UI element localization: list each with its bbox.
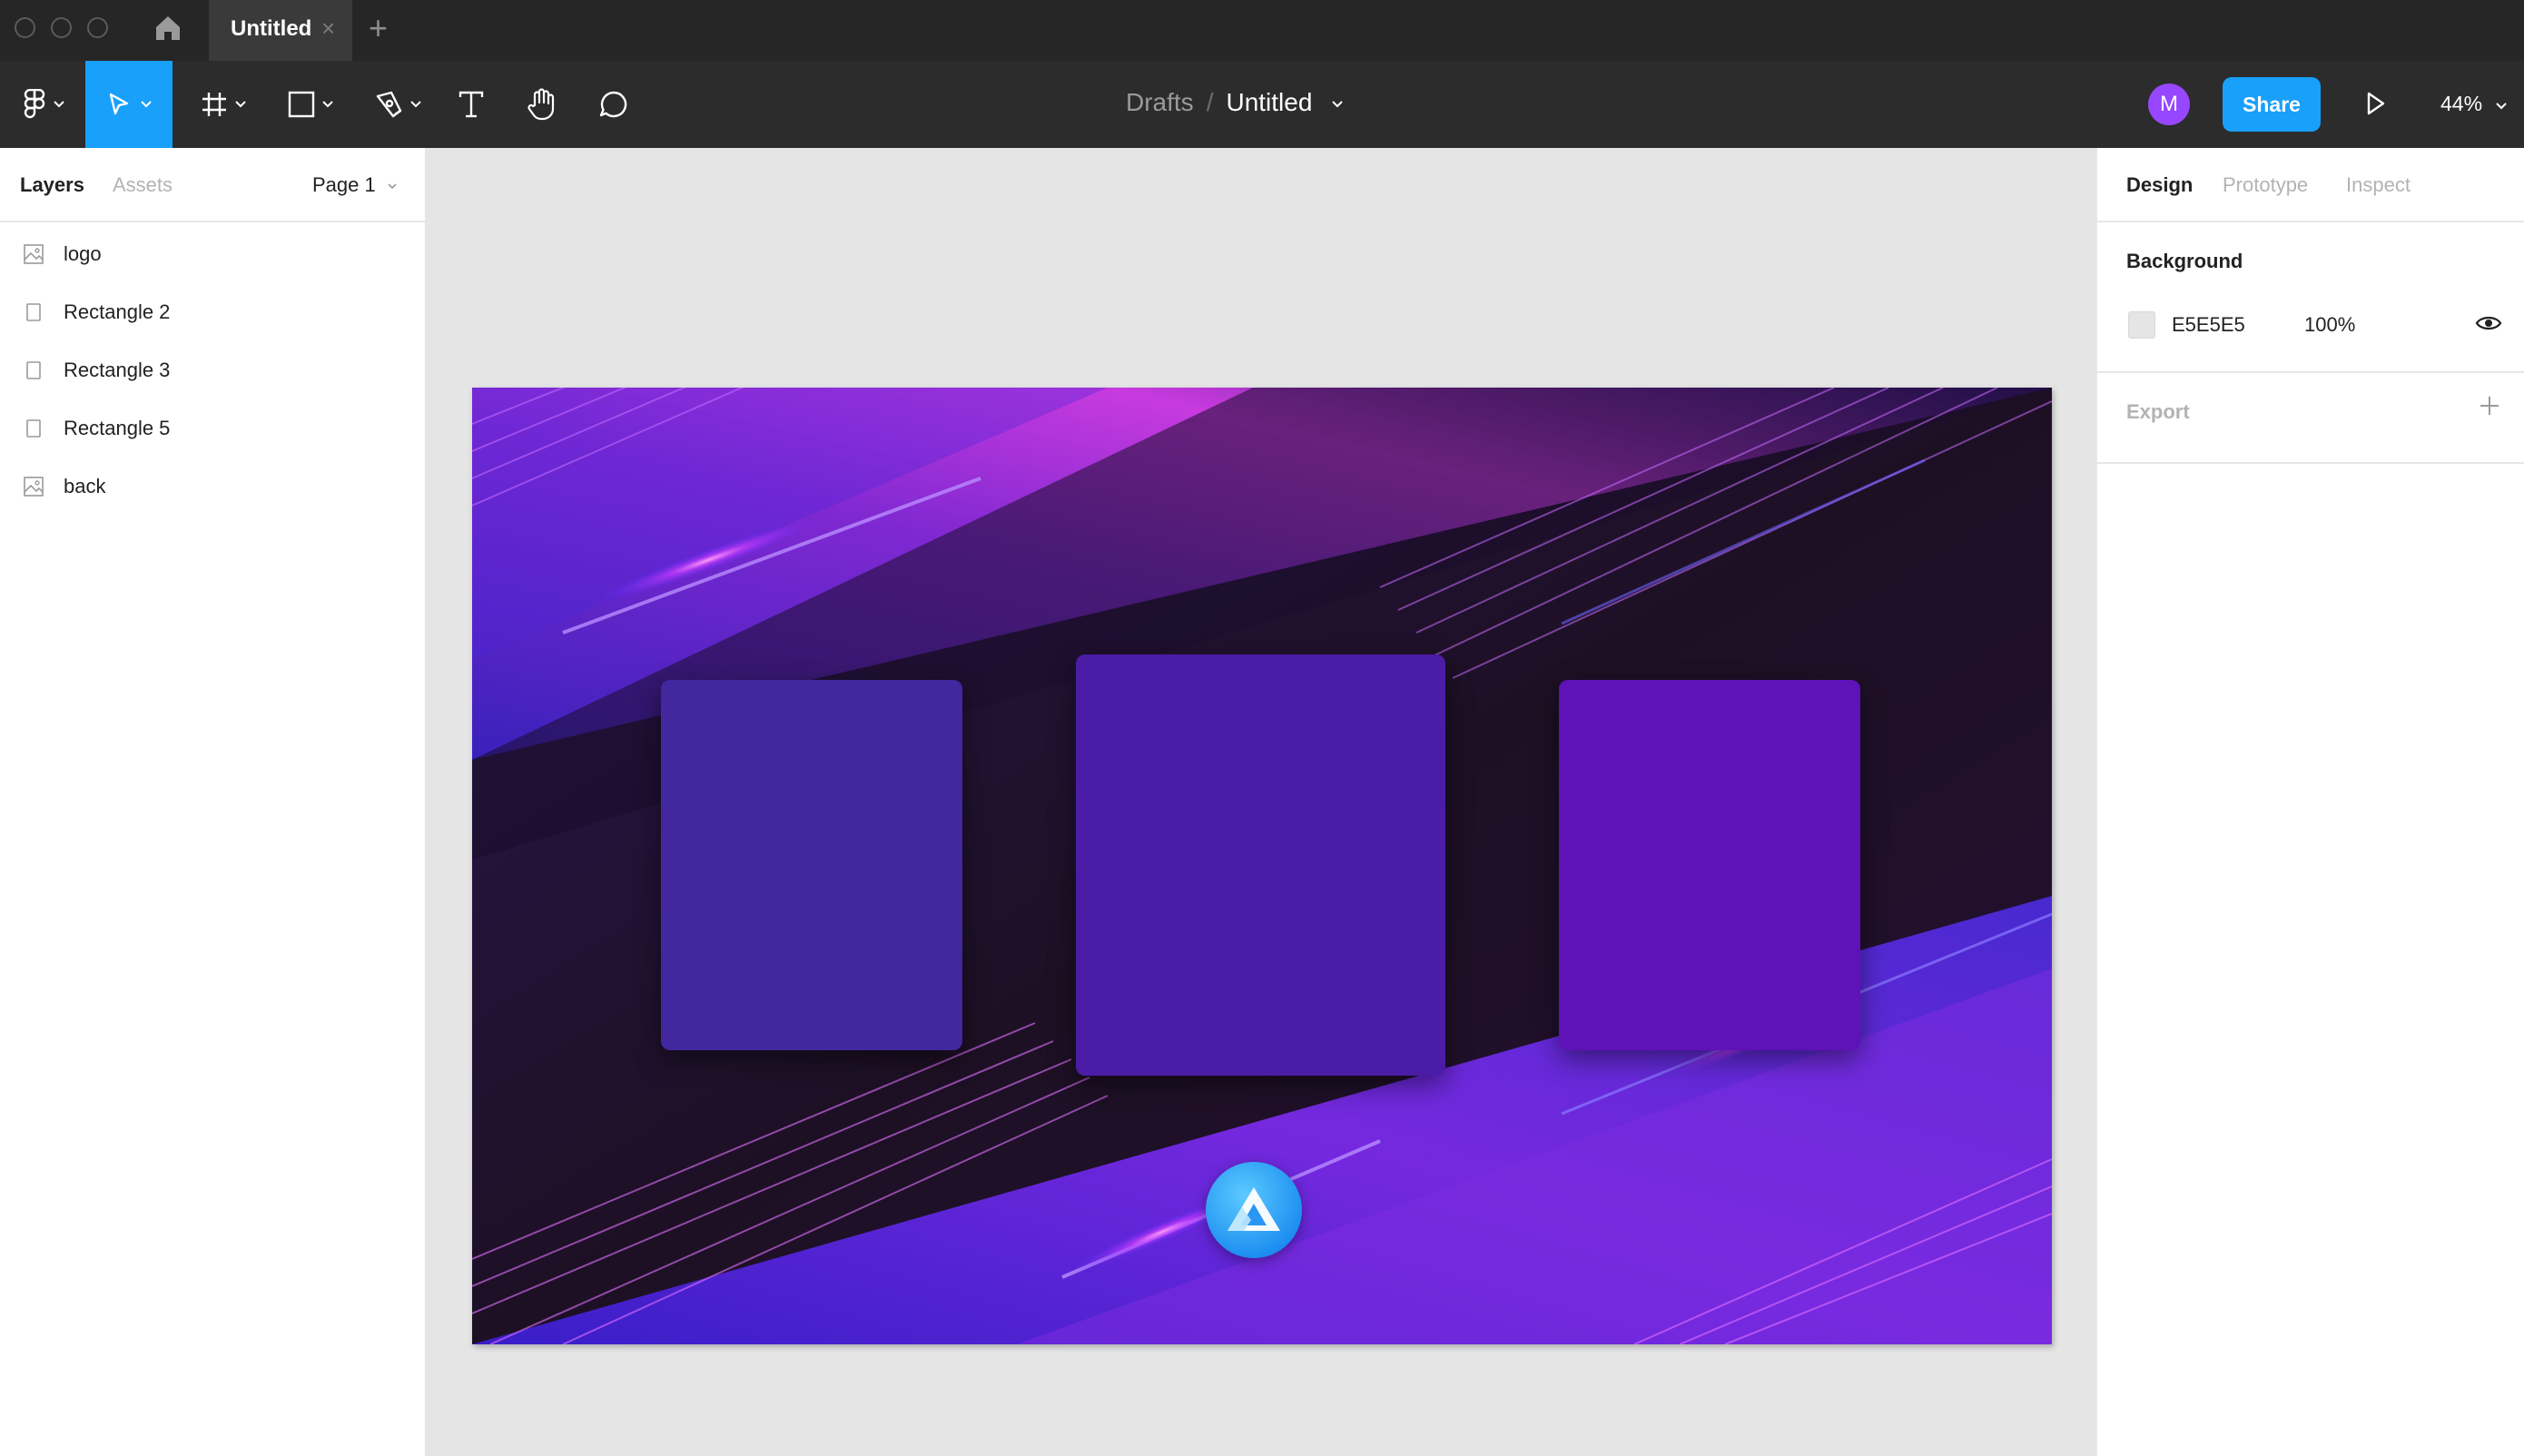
comment-tool-button[interactable] — [590, 61, 637, 148]
frame-tool-button[interactable] — [187, 61, 260, 148]
tab-prototype[interactable]: Prototype — [2223, 173, 2308, 197]
window-minimize-button[interactable] — [51, 17, 72, 38]
properties-panel: Design Prototype Inspect Background E5E5… — [2095, 148, 2524, 1456]
export-title: Export — [2126, 400, 2190, 423]
avatar[interactable]: M — [2148, 84, 2190, 125]
rectangle-icon — [26, 303, 41, 321]
chevron-down-icon — [410, 101, 421, 108]
breadcrumb-drafts[interactable]: Drafts — [1126, 88, 1194, 116]
breadcrumb: Drafts / Untitled — [1126, 88, 1345, 117]
layer-name: back — [64, 475, 106, 497]
hand-icon — [527, 88, 555, 121]
title-bar: Untitled × + — [0, 0, 2524, 61]
text-tool-button[interactable] — [449, 61, 494, 148]
background-title: Background — [2126, 250, 2243, 272]
rectangle-3[interactable] — [1076, 654, 1445, 1076]
rectangle-icon — [26, 361, 41, 379]
right-panel-tabs: Design Prototype Inspect — [2097, 148, 2524, 222]
rectangle-icon — [26, 419, 41, 438]
rectangle-icon — [288, 91, 315, 118]
export-section: Export — [2097, 373, 2524, 464]
zoom-level: 44% — [2440, 92, 2483, 115]
file-tab[interactable]: Untitled × — [209, 0, 352, 61]
background-color-swatch[interactable] — [2128, 311, 2155, 339]
eye-icon[interactable] — [2475, 313, 2502, 333]
image-icon — [24, 244, 44, 264]
home-icon[interactable] — [153, 13, 183, 44]
tab-design[interactable]: Design — [2126, 173, 2193, 197]
breadcrumb-separator: / — [1206, 88, 1214, 116]
logo-image[interactable] — [1206, 1162, 1302, 1258]
tab-assets[interactable]: Assets — [113, 173, 173, 197]
toolbar: Drafts / Untitled M Share 44% — [0, 61, 2524, 148]
present-button[interactable] — [2364, 89, 2388, 123]
chevron-down-icon — [141, 101, 152, 108]
shape-tool-button[interactable] — [274, 61, 347, 148]
cursor-icon — [109, 93, 129, 115]
hand-tool-button[interactable] — [519, 61, 565, 148]
file-name[interactable]: Untitled — [1226, 88, 1312, 116]
rectangle-2[interactable] — [661, 680, 962, 1050]
background-section: Background — [2097, 222, 2524, 373]
pen-tool-button[interactable] — [361, 61, 434, 148]
window-maximize-button[interactable] — [87, 17, 108, 38]
figma-logo-icon — [24, 89, 45, 119]
page-selector[interactable]: Page 1 — [312, 173, 398, 197]
share-button[interactable]: Share — [2223, 77, 2321, 132]
new-tab-button[interactable]: + — [369, 9, 388, 47]
layers-panel: Layers Assets Page 1 logo Rectangle 2 Re… — [0, 148, 427, 1456]
layer-name: logo — [64, 242, 102, 265]
chevron-down-icon — [2496, 103, 2508, 110]
comment-icon — [599, 91, 627, 118]
layer-item-rectangle-2[interactable]: Rectangle 2 — [0, 282, 425, 340]
window-close-button[interactable] — [15, 17, 35, 38]
logo-a-icon — [1227, 1187, 1280, 1231]
image-icon — [24, 477, 44, 497]
add-export-icon[interactable] — [2479, 395, 2500, 417]
background-hex-input[interactable]: E5E5E5 — [2172, 313, 2245, 337]
left-panel-tabs: Layers Assets Page 1 — [0, 148, 425, 222]
tab-title: Untitled — [231, 16, 312, 41]
chevron-down-icon[interactable] — [1330, 99, 1345, 110]
play-icon — [2367, 92, 2385, 115]
background-opacity-input[interactable]: 100% — [2304, 313, 2355, 337]
layer-item-back[interactable]: back — [0, 457, 425, 515]
chevron-down-icon — [388, 183, 397, 190]
layer-item-logo[interactable]: logo — [0, 224, 425, 282]
layer-name: Rectangle 2 — [64, 300, 171, 323]
rectangle-5[interactable] — [1559, 680, 1860, 1050]
tab-inspect[interactable]: Inspect — [2346, 173, 2411, 197]
layer-item-rectangle-5[interactable]: Rectangle 5 — [0, 398, 425, 457]
chevron-down-icon — [235, 101, 246, 108]
move-tool-button[interactable] — [85, 61, 173, 148]
main-menu-button[interactable] — [7, 61, 80, 148]
tab-close-icon[interactable]: × — [321, 15, 335, 43]
frame-icon — [202, 93, 226, 116]
layer-name: Rectangle 3 — [64, 359, 171, 381]
zoom-dropdown[interactable]: 44% — [2440, 92, 2508, 116]
design-frame[interactable] — [472, 388, 2052, 1344]
layer-item-rectangle-3[interactable]: Rectangle 3 — [0, 340, 425, 398]
chevron-down-icon — [54, 101, 64, 108]
page-name: Page 1 — [312, 173, 376, 196]
tab-layers[interactable]: Layers — [20, 173, 84, 197]
canvas[interactable] — [429, 148, 2095, 1456]
text-icon — [458, 91, 484, 118]
layer-name: Rectangle 5 — [64, 417, 171, 439]
pen-icon — [376, 91, 402, 118]
chevron-down-icon — [322, 101, 333, 108]
